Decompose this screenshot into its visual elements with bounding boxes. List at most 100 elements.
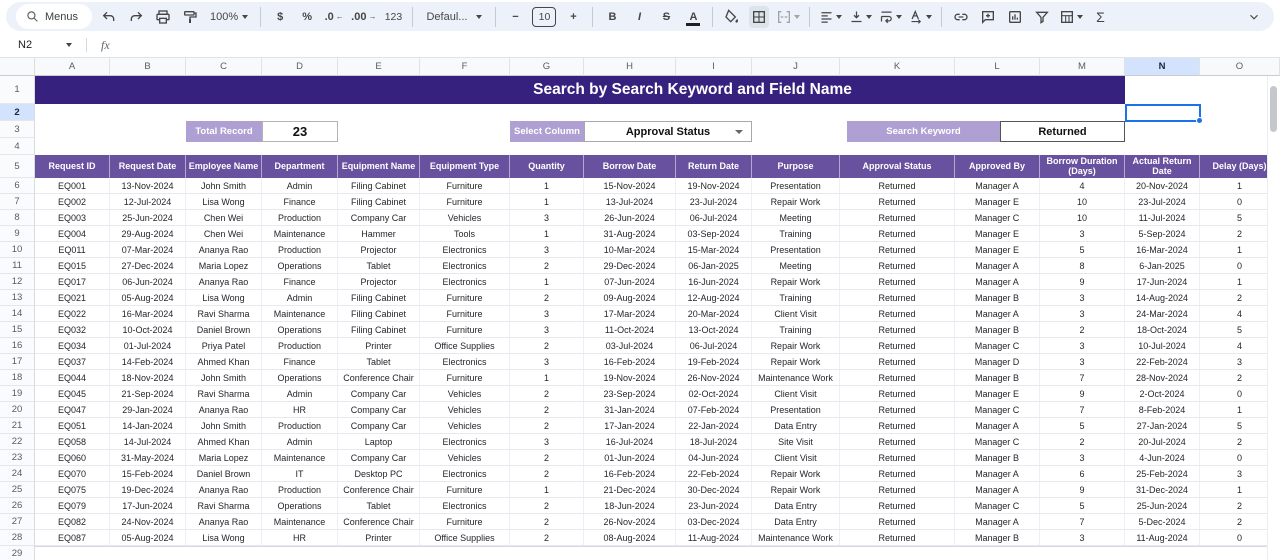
table-cell[interactable]: Lisa Wong	[186, 290, 262, 306]
table-cell[interactable]: 18-Jul-2024	[676, 434, 752, 450]
table-cell[interactable]: EQ087	[35, 530, 110, 546]
table-cell[interactable]: EQ047	[35, 402, 110, 418]
table-cell[interactable]: Production	[262, 242, 338, 258]
dropdown-arrow-icon[interactable]	[735, 130, 743, 134]
table-column-header[interactable]: Department	[262, 155, 338, 178]
table-cell[interactable]: Client Visit	[752, 450, 840, 466]
row-header-3[interactable]: 3	[0, 121, 35, 138]
table-cell[interactable]: 3	[1040, 290, 1125, 306]
row-header-22[interactable]: 22	[0, 434, 35, 450]
table-cell[interactable]: Furniture	[420, 290, 510, 306]
table-cell[interactable]: 25-Jun-2024	[1125, 498, 1200, 514]
table-cell[interactable]: Manager A	[955, 258, 1040, 274]
table-cell[interactable]: 28-Nov-2024	[1125, 370, 1200, 386]
font-family-selector[interactable]: Defaul...	[422, 6, 486, 28]
table-cell[interactable]: Tablet	[338, 258, 420, 274]
table-cell[interactable]: 31-Dec-2024	[1125, 482, 1200, 498]
increase-font-size-button[interactable]: +	[563, 6, 583, 28]
table-cell[interactable]: Ananya Rao	[186, 402, 262, 418]
table-cell[interactable]: Furniture	[420, 194, 510, 210]
table-cell[interactable]: 23-Jul-2024	[676, 194, 752, 210]
table-cell[interactable]: Returned	[840, 450, 955, 466]
table-cell[interactable]: Returned	[840, 514, 955, 530]
row-header-17[interactable]: 17	[0, 354, 35, 370]
table-cell[interactable]: Manager B	[955, 322, 1040, 338]
table-cell[interactable]: Vehicles	[420, 386, 510, 402]
merge-cells-button[interactable]	[776, 6, 800, 28]
table-cell[interactable]: 12-Jul-2024	[110, 194, 186, 210]
table-cell[interactable]: EQ060	[35, 450, 110, 466]
table-cell[interactable]: Manager A	[955, 466, 1040, 482]
table-cell[interactable]: 1	[510, 274, 584, 290]
table-cell[interactable]: Meeting	[752, 258, 840, 274]
table-cell[interactable]: 4-Jun-2024	[1125, 450, 1200, 466]
table-cell[interactable]: EQ037	[35, 354, 110, 370]
table-cell[interactable]: 14-Jan-2024	[110, 418, 186, 434]
table-cell[interactable]: Returned	[840, 274, 955, 290]
text-color-button[interactable]: A	[683, 6, 703, 28]
table-cell[interactable]: Lisa Wong	[186, 530, 262, 546]
row-header-15[interactable]: 15	[0, 322, 35, 338]
table-cell[interactable]: Ananya Rao	[186, 514, 262, 530]
table-cell[interactable]: Manager C	[955, 210, 1040, 226]
table-cell[interactable]: 23-Sep-2024	[584, 386, 676, 402]
table-cell[interactable]: 01-Jul-2024	[110, 338, 186, 354]
vertical-align-button[interactable]	[849, 6, 872, 28]
table-cell[interactable]: Operations	[262, 322, 338, 338]
paint-format-button[interactable]	[180, 6, 200, 28]
table-cell[interactable]: Manager E	[955, 226, 1040, 242]
table-cell[interactable]: Returned	[840, 386, 955, 402]
text-rotation-button[interactable]	[909, 6, 932, 28]
bold-button[interactable]: B	[602, 6, 622, 28]
table-cell[interactable]: Manager C	[955, 338, 1040, 354]
table-cell[interactable]: 24-Mar-2024	[1125, 306, 1200, 322]
table-column-header[interactable]: Approval Status	[840, 155, 955, 178]
table-cell[interactable]: Ravi Sharma	[186, 498, 262, 514]
table-cell[interactable]: Repair Work	[752, 194, 840, 210]
table-cell[interactable]: Manager A	[955, 418, 1040, 434]
table-cell[interactable]: Manager A	[955, 514, 1040, 530]
table-cell[interactable]: Ahmed Khan	[186, 354, 262, 370]
table-cell[interactable]: 5-Sep-2024	[1125, 226, 1200, 242]
table-cell[interactable]: Returned	[840, 418, 955, 434]
table-column-header[interactable]: Return Date	[676, 155, 752, 178]
table-cell[interactable]: 4	[1040, 178, 1125, 194]
table-cell[interactable]: 06-Jun-2024	[110, 274, 186, 290]
row-header-1[interactable]: 1	[0, 76, 35, 104]
table-cell[interactable]: Vehicles	[420, 402, 510, 418]
table-cell[interactable]: 2	[1040, 322, 1125, 338]
insert-chart-button[interactable]	[1005, 6, 1025, 28]
table-cell[interactable]: 5	[1040, 242, 1125, 258]
table-cell[interactable]: EQ070	[35, 466, 110, 482]
table-cell[interactable]: EQ004	[35, 226, 110, 242]
table-cell[interactable]: 7	[1040, 402, 1125, 418]
table-cell[interactable]: Returned	[840, 354, 955, 370]
table-cell[interactable]: 17-Jun-2024	[110, 498, 186, 514]
table-cell[interactable]: 07-Feb-2024	[676, 402, 752, 418]
table-tools-button[interactable]	[1059, 6, 1083, 28]
table-cell[interactable]: 3	[510, 210, 584, 226]
table-cell[interactable]: 05-Aug-2024	[110, 530, 186, 546]
table-cell[interactable]: EQ001	[35, 178, 110, 194]
table-cell[interactable]: 16-Feb-2024	[584, 354, 676, 370]
table-cell[interactable]: 22-Feb-2024	[676, 466, 752, 482]
table-cell[interactable]: Manager D	[955, 354, 1040, 370]
table-cell[interactable]: Filing Cabinet	[338, 306, 420, 322]
table-cell[interactable]: Office Supplies	[420, 530, 510, 546]
strikethrough-button[interactable]: S	[656, 6, 676, 28]
table-column-header[interactable]: Equipment Type	[420, 155, 510, 178]
table-cell[interactable]: 31-May-2024	[110, 450, 186, 466]
column-header-B[interactable]: B	[110, 58, 186, 76]
column-header-G[interactable]: G	[510, 58, 584, 76]
zoom-control[interactable]: 100%	[207, 6, 251, 28]
table-cell[interactable]: Manager B	[955, 450, 1040, 466]
table-cell[interactable]: 26-Nov-2024	[584, 514, 676, 530]
table-cell[interactable]: Office Supplies	[420, 338, 510, 354]
table-cell[interactable]: 7	[1040, 514, 1125, 530]
table-cell[interactable]: Manager E	[955, 242, 1040, 258]
table-cell[interactable]: Electronics	[420, 242, 510, 258]
undo-button[interactable]	[99, 6, 119, 28]
table-cell[interactable]: Admin	[262, 386, 338, 402]
name-box[interactable]: N2	[0, 39, 80, 51]
table-cell[interactable]: 12-Aug-2024	[676, 290, 752, 306]
